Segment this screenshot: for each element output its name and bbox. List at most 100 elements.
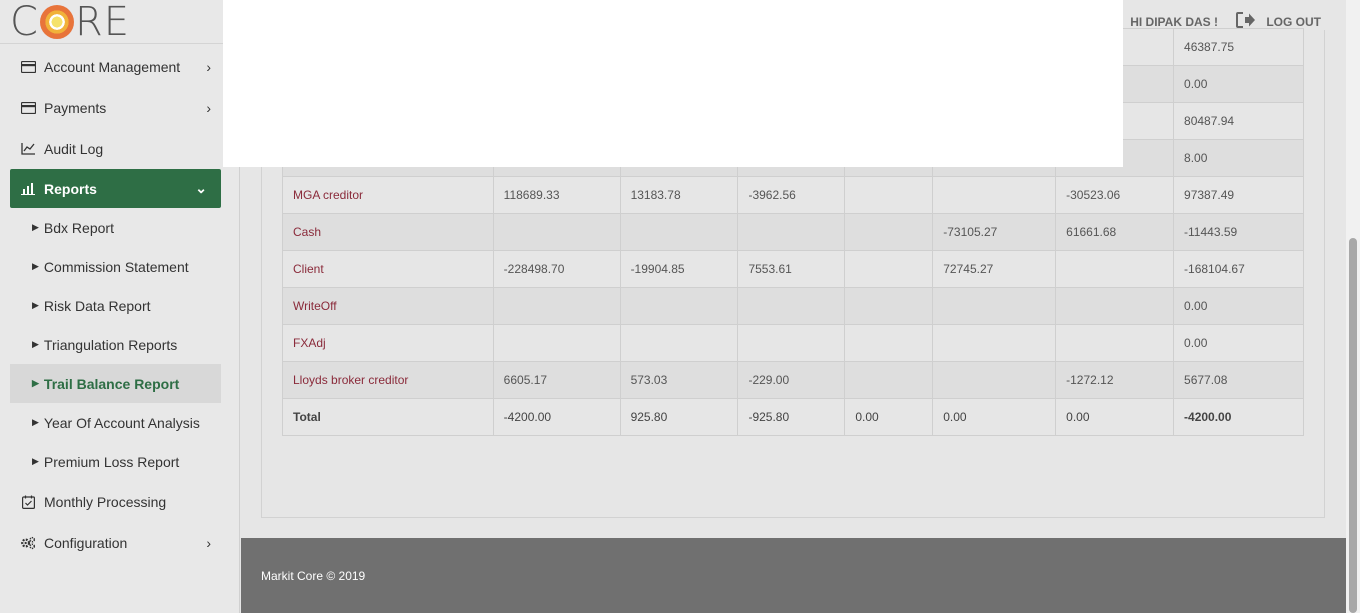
amount-cell	[619, 287, 739, 325]
amount-cell	[737, 324, 846, 362]
scrollbar-thumb[interactable]	[1349, 238, 1357, 613]
amount-cell: -30523.06	[1055, 176, 1175, 214]
account-name-cell: FXAdj	[282, 324, 494, 362]
caret-right-icon: ▶	[32, 456, 39, 466]
amount-cell	[932, 361, 1057, 399]
bar-chart-icon	[20, 181, 36, 197]
logo-o-icon	[39, 4, 74, 39]
amount-cell	[844, 361, 934, 399]
amount-cell	[619, 324, 739, 362]
account-name-cell: Total	[282, 398, 494, 436]
amount-cell: -229.00	[737, 361, 846, 399]
amount-cell	[932, 287, 1057, 325]
sidebar-subitem-year-of-account-analysis[interactable]: ▶ Year Of Account Analysis	[0, 403, 239, 442]
sidebar-subitem-label: Premium Loss Report	[43, 453, 180, 470]
amount-cell	[619, 213, 739, 251]
amount-cell: -4200.00	[492, 398, 621, 436]
sidebar-item-label: Configuration	[44, 534, 128, 551]
chevron-right-icon: ›	[206, 58, 211, 75]
caret-right-icon: ▶	[32, 339, 39, 349]
amount-cell: -3962.56	[737, 176, 846, 214]
sidebar-subitem-triangulation-reports[interactable]: ▶ Triangulation Reports	[0, 325, 239, 364]
amount-cell: 6605.17	[492, 361, 621, 399]
amount-cell	[932, 176, 1057, 214]
amount-cell: 0.00	[844, 398, 934, 436]
account-name-cell: Cash	[282, 213, 494, 251]
sidebar: C RE Account Management › Payments › Aud…	[0, 0, 240, 613]
amount-cell	[844, 324, 934, 362]
amount-cell: 0.00	[1173, 287, 1304, 325]
table-row: Lloyds broker creditor 6605.17 573.03 -229.…	[282, 361, 1304, 399]
logo-text-c: C	[10, 0, 39, 45]
account-name-cell: Client	[282, 250, 494, 288]
amount-cell: 0.00	[1055, 398, 1175, 436]
amount-cell	[492, 324, 621, 362]
blank-overlay	[223, 0, 1123, 167]
caret-right-icon: ▶	[32, 222, 39, 232]
sidebar-item-label: Payments	[44, 99, 107, 116]
caret-right-icon: ▶	[32, 378, 39, 388]
sidebar-item-audit-log[interactable]: Audit Log	[0, 128, 239, 169]
account-name-cell: MGA creditor	[282, 176, 494, 214]
amount-cell	[1055, 324, 1175, 362]
amount-cell: -228498.70	[492, 250, 621, 288]
amount-cell	[844, 250, 934, 288]
amount-cell: -168104.67	[1173, 250, 1304, 288]
amount-cell: 573.03	[619, 361, 739, 399]
chevron-right-icon: ›	[206, 99, 211, 116]
amount-cell: 61661.68	[1055, 213, 1175, 251]
line-chart-icon	[20, 141, 36, 157]
amount-cell: 7553.61	[737, 250, 846, 288]
core-logo[interactable]: C RE	[0, 0, 239, 44]
amount-cell	[932, 324, 1057, 362]
vertical-scrollbar[interactable]	[1346, 0, 1360, 613]
sidebar-subitem-commission-statement[interactable]: ▶ Commission Statement	[0, 247, 239, 286]
chevron-down-icon: ⌄	[195, 180, 207, 196]
amount-cell: 5677.08	[1173, 361, 1304, 399]
amount-cell: 925.80	[619, 398, 739, 436]
chevron-right-icon: ›	[206, 534, 211, 551]
amount-cell: 0.00	[932, 398, 1057, 436]
amount-cell: 0.00	[1173, 65, 1304, 103]
amount-cell	[492, 213, 621, 251]
cogs-icon	[20, 535, 36, 551]
amount-cell: 118689.33	[492, 176, 621, 214]
amount-cell: -11443.59	[1173, 213, 1304, 251]
logout-label: LOG OUT	[1266, 14, 1321, 29]
sidebar-subitem-label: Risk Data Report	[43, 297, 151, 314]
amount-cell	[492, 287, 621, 325]
sidebar-subitem-premium-loss-report[interactable]: ▶ Premium Loss Report	[0, 442, 239, 481]
amount-cell: -73105.27	[932, 213, 1057, 251]
table-row: Total -4200.00 925.80 -925.80 0.00 0.00 0.00 -4…	[282, 398, 1304, 436]
amount-cell: 0.00	[1173, 324, 1304, 362]
sidebar-subitem-risk-data-report[interactable]: ▶ Risk Data Report	[0, 286, 239, 325]
sidebar-item-payments[interactable]: Payments ›	[0, 87, 239, 128]
sidebar-item-monthly-processing[interactable]: Monthly Processing	[0, 481, 239, 522]
sidebar-subitem-trail-balance-report[interactable]: ▶ Trail Balance Report	[10, 364, 221, 403]
amount-cell: 13183.78	[619, 176, 739, 214]
table-row: Client -228498.70 -19904.85 7553.61 72745.27…	[282, 250, 1304, 288]
sidebar-item-reports[interactable]: Reports ⌄	[10, 169, 221, 208]
sidebar-subitem-bdx-report[interactable]: ▶ Bdx Report	[0, 208, 239, 247]
table-row: FXAdj 0.00	[282, 324, 1304, 362]
sidebar-subitem-label: Year Of Account Analysis	[43, 414, 200, 431]
sidebar-item-label: Audit Log	[44, 140, 104, 157]
logo-text-re: RE	[74, 0, 131, 45]
sidebar-item-label: Monthly Processing	[44, 493, 167, 510]
sidebar-item-label: Account Management	[44, 58, 181, 75]
amount-cell	[1055, 250, 1175, 288]
sidebar-subitem-label: Commission Statement	[43, 258, 189, 275]
sidebar-item-configuration[interactable]: Configuration ›	[0, 522, 239, 563]
caret-right-icon: ▶	[32, 261, 39, 271]
amount-cell: -4200.00	[1173, 398, 1304, 436]
account-name-cell: Lloyds broker creditor	[282, 361, 494, 399]
amount-cell	[737, 213, 846, 251]
amount-cell	[1055, 287, 1175, 325]
amount-cell: 80487.94	[1173, 102, 1304, 140]
amount-cell: 72745.27	[932, 250, 1057, 288]
footer: Markit Core © 2019	[241, 538, 1346, 613]
sidebar-item-account-management[interactable]: Account Management ›	[0, 46, 239, 87]
sidebar-subitem-label: Bdx Report	[43, 219, 114, 236]
amount-cell	[737, 287, 846, 325]
amount-cell	[844, 176, 934, 214]
